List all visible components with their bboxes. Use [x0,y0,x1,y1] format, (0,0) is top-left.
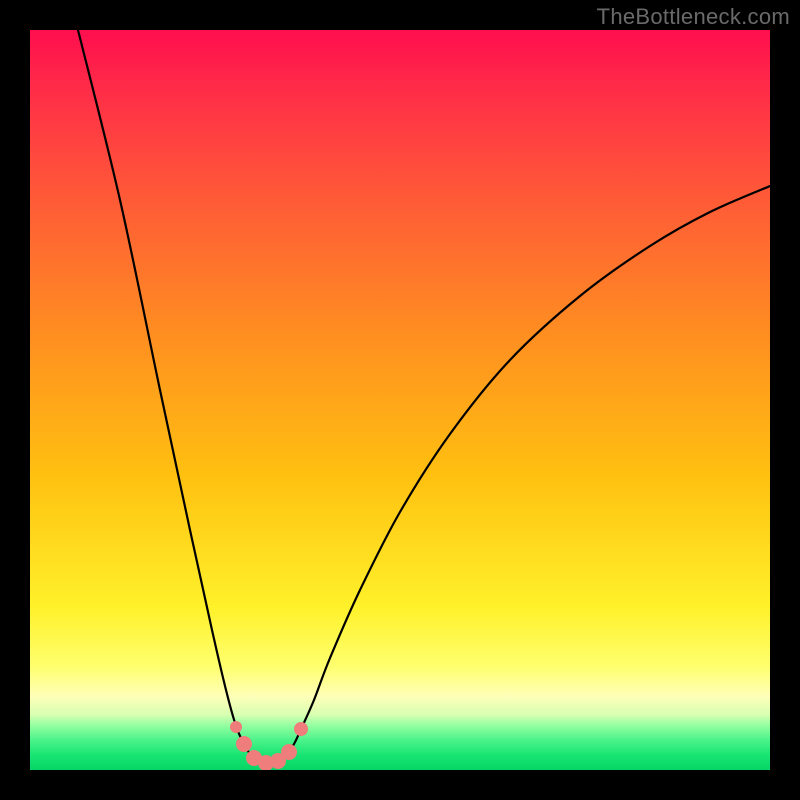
curve-marker [294,722,308,736]
plot-area [30,30,770,770]
curve-marker [230,721,242,733]
curve-markers [230,721,308,770]
watermark-text: TheBottleneck.com [597,4,790,30]
curve-svg [30,30,770,770]
curve-marker [281,744,297,760]
chart-frame: TheBottleneck.com [0,0,800,800]
bottleneck-curve [78,30,770,764]
curve-marker [236,736,252,752]
